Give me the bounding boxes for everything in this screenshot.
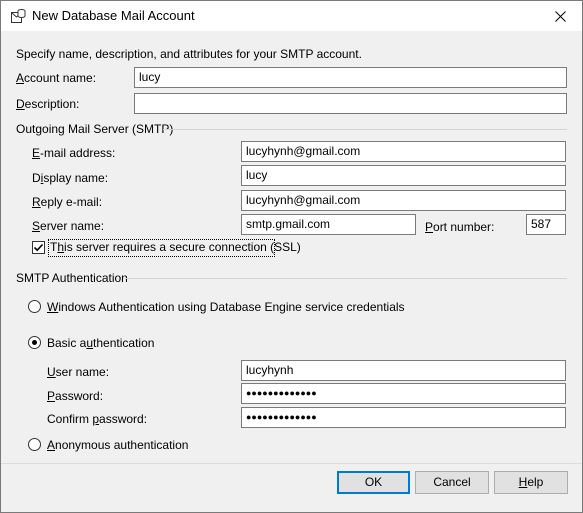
dialog-window: New Database Mail Account Specify name, … bbox=[0, 0, 583, 513]
reply-email-label: Reply e-mail: bbox=[32, 195, 103, 209]
window-title: New Database Mail Account bbox=[32, 8, 195, 23]
description-input[interactable] bbox=[134, 93, 567, 114]
reply-email-input[interactable]: lucyhynh@gmail.com bbox=[241, 190, 566, 211]
radio-selected-dot bbox=[32, 340, 37, 345]
close-icon bbox=[554, 10, 566, 22]
server-name-input[interactable]: smtp.gmail.com bbox=[241, 214, 416, 235]
ssl-label[interactable]: This server requires a secure connection… bbox=[50, 240, 301, 255]
password-label: Password: bbox=[47, 389, 104, 403]
email-address-input[interactable]: lucyhynh@gmail.com bbox=[241, 141, 566, 162]
database-mail-icon bbox=[11, 9, 26, 23]
user-name-label: User name: bbox=[47, 365, 110, 379]
basic-auth-label[interactable]: Basic authentication bbox=[47, 336, 154, 351]
close-button[interactable] bbox=[538, 1, 582, 31]
display-name-input[interactable]: lucy bbox=[241, 165, 566, 186]
smtp-group-label: Outgoing Mail Server (SMTP) bbox=[16, 122, 174, 136]
anonymous-auth-label[interactable]: Anonymous authentication bbox=[47, 438, 188, 453]
server-name-label: Server name: bbox=[32, 219, 105, 233]
ssl-checkbox[interactable] bbox=[32, 241, 45, 254]
anonymous-auth-radio[interactable] bbox=[28, 438, 41, 451]
auth-group-label: SMTP Authentication bbox=[16, 271, 128, 285]
description-label: Description: bbox=[16, 97, 80, 111]
account-name-label: Account name: bbox=[16, 71, 97, 85]
confirm-password-label: Confirm password: bbox=[47, 412, 148, 426]
smtp-group-divider bbox=[163, 129, 567, 130]
user-name-input[interactable]: lucyhynh bbox=[241, 360, 566, 381]
password-input[interactable]: ●●●●●●●●●●●●● bbox=[241, 383, 566, 404]
windows-auth-label[interactable]: Windows Authentication using Database En… bbox=[47, 300, 405, 315]
basic-auth-radio[interactable] bbox=[28, 336, 41, 349]
confirm-password-input[interactable]: ●●●●●●●●●●●●● bbox=[241, 407, 566, 428]
checkmark-icon bbox=[33, 243, 44, 252]
help-button[interactable]: Help bbox=[494, 471, 568, 494]
intro-text: Specify name, description, and attribute… bbox=[16, 47, 362, 61]
title-bar[interactable]: New Database Mail Account bbox=[1, 1, 582, 31]
cancel-button[interactable]: Cancel bbox=[415, 471, 489, 494]
ok-button[interactable]: OK bbox=[337, 471, 410, 494]
port-number-input[interactable]: 587 bbox=[526, 214, 566, 235]
email-address-label: E-mail address: bbox=[32, 146, 116, 160]
display-name-label: Display name: bbox=[32, 171, 109, 185]
account-name-input[interactable]: lucy bbox=[134, 67, 567, 88]
port-number-label: Port number: bbox=[425, 220, 495, 234]
footer-separator bbox=[1, 463, 582, 464]
auth-group-divider bbox=[125, 278, 567, 279]
windows-auth-radio[interactable] bbox=[28, 300, 41, 313]
